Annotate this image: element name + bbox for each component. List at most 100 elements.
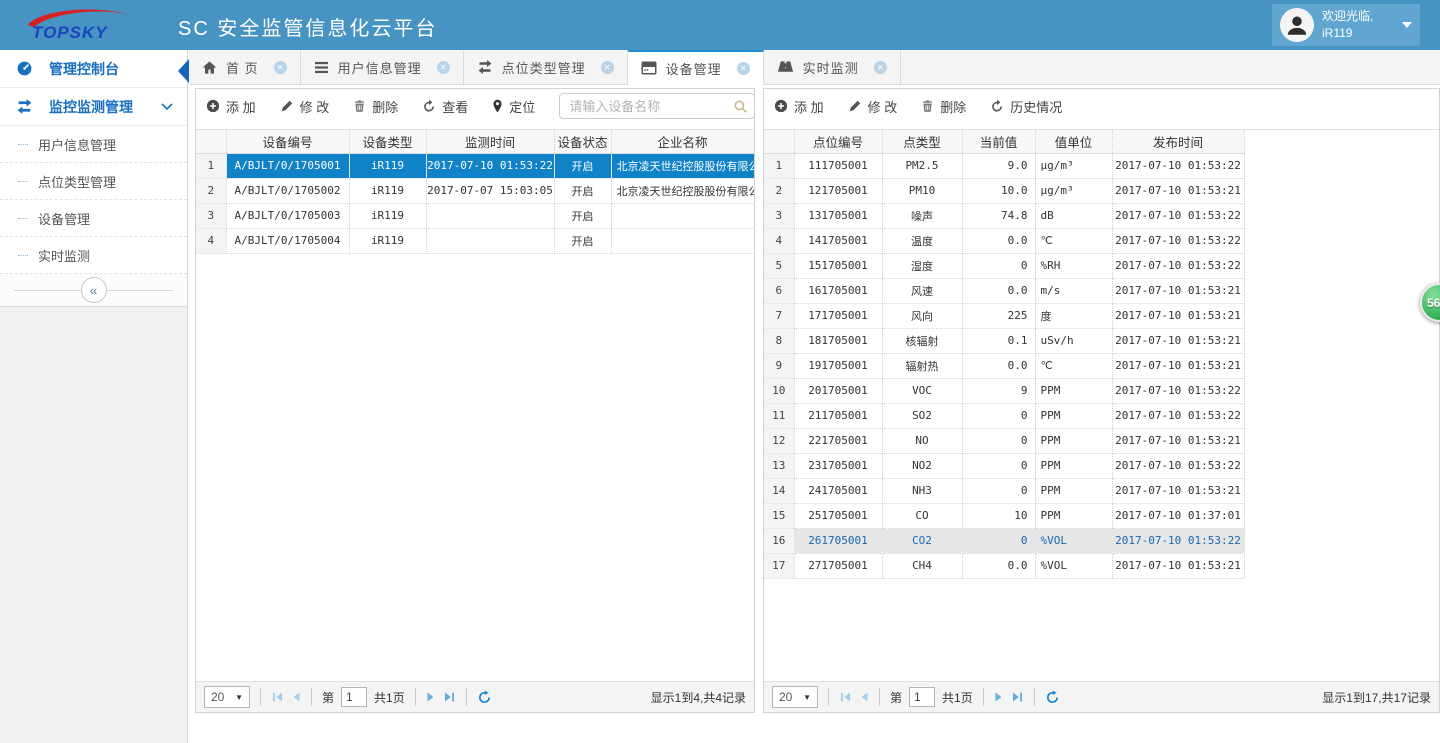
- page-size-select[interactable]: 20▼: [772, 686, 818, 708]
- first-page-icon: [839, 691, 852, 703]
- table-row[interactable]: 8 181705001 核辐射 0.1 uSv/h 2017-07-10 01:…: [764, 328, 1244, 353]
- close-icon[interactable]: ✕: [601, 61, 614, 74]
- view-button[interactable]: 查看: [422, 97, 468, 116]
- table-header-row: 设备编号 设备类型 监测时间 设备状态 企业名称: [196, 130, 754, 153]
- table-row[interactable]: 15 251705001 CO 10 PPM 2017-07-10 01:37:…: [764, 503, 1244, 528]
- plus-circle-icon: [774, 99, 788, 113]
- prev-page-button[interactable]: [291, 691, 301, 703]
- table-row[interactable]: 10 201705001 VOC 9 PPM 2017-07-10 01:53:…: [764, 378, 1244, 403]
- search-icon[interactable]: [733, 99, 748, 114]
- top-bar: TOPSKY SC 安全监管信息化云平台 欢迎光临, iR119: [0, 0, 1440, 50]
- sidebar-item-label: 监控监测管理: [49, 97, 133, 117]
- table-row[interactable]: 13 231705001 NO2 0 PPM 2017-07-10 01:53:…: [764, 453, 1244, 478]
- monitor-pager: 20▼ 第 共1页 显示1到17,共17记录: [764, 681, 1439, 712]
- table-row[interactable]: 3 131705001 噪声 74.8 dB 2017-07-10 01:53:…: [764, 203, 1244, 228]
- table-row[interactable]: 17 271705001 CH4 0.0 %VOL 2017-07-10 01:…: [764, 553, 1244, 578]
- reload-button[interactable]: [477, 690, 492, 705]
- refresh-icon: [422, 99, 436, 113]
- table-row[interactable]: 14 241705001 NH3 0 PPM 2017-07-10 01:53:…: [764, 478, 1244, 503]
- col-point-type[interactable]: 点类型: [882, 130, 962, 153]
- search-input[interactable]: [569, 99, 733, 114]
- caret-down-icon: ▼: [803, 693, 811, 702]
- col-unit[interactable]: 值单位: [1035, 130, 1112, 153]
- close-icon[interactable]: ✕: [437, 61, 450, 74]
- sidebar-item-realtime[interactable]: 实时监测: [0, 237, 187, 274]
- table-row[interactable]: 1 111705001 PM2.5 9.0 μg/m³ 2017-07-10 0…: [764, 153, 1244, 178]
- edit-button[interactable]: 修 改: [280, 97, 330, 116]
- last-page-button[interactable]: [1011, 691, 1024, 703]
- history-button[interactable]: 历史情况: [990, 97, 1062, 116]
- close-icon[interactable]: ✕: [274, 61, 287, 74]
- next-page-button[interactable]: [426, 691, 436, 703]
- table-row[interactable]: 11 211705001 SO2 0 PPM 2017-07-10 01:53:…: [764, 403, 1244, 428]
- first-page-button[interactable]: [839, 691, 852, 703]
- close-icon[interactable]: ✕: [874, 61, 887, 74]
- table-row[interactable]: 16 261705001 CO2 0 %VOL 2017-07-10 01:53…: [764, 528, 1244, 553]
- tab-home[interactable]: 首 页 ✕: [189, 50, 301, 84]
- logo-text: TOPSKY: [32, 23, 108, 43]
- add-button[interactable]: 添 加: [206, 97, 256, 116]
- sidebar-item-device-mgmt[interactable]: 设备管理: [0, 200, 187, 237]
- col-company[interactable]: 企业名称: [611, 130, 754, 153]
- table-row[interactable]: 2 A/BJLT/0/1705002 iR119 2017-07-07 15:0…: [196, 178, 754, 203]
- table-row[interactable]: 7 171705001 风向 225 度 2017-07-10 01:53:21: [764, 303, 1244, 328]
- table-row[interactable]: 2 121705001 PM10 10.0 μg/m³ 2017-07-10 0…: [764, 178, 1244, 203]
- table-row[interactable]: 12 221705001 NO 0 PPM 2017-07-10 01:53:2…: [764, 428, 1244, 453]
- tab-user-info[interactable]: 用户信息管理 ✕: [301, 50, 464, 84]
- sidebar-item-point-type[interactable]: 点位类型管理: [0, 163, 187, 200]
- reload-button[interactable]: [1045, 690, 1060, 705]
- table-row[interactable]: 1 A/BJLT/0/1705001 iR119 2017-07-10 01:5…: [196, 153, 754, 178]
- table-row[interactable]: 6 161705001 风速 0.0 m/s 2017-07-10 01:53:…: [764, 278, 1244, 303]
- tab-device-mgmt[interactable]: 设备管理 ✕: [628, 50, 764, 85]
- last-page-button[interactable]: [443, 691, 456, 703]
- tab-point-type[interactable]: 点位类型管理 ✕: [464, 50, 628, 84]
- monitor-toolbar: 添 加 修 改 删除 历史情况: [764, 89, 1439, 123]
- col-device-type[interactable]: 设备类型: [349, 130, 426, 153]
- swap-icon: [16, 98, 33, 115]
- next-page-button[interactable]: [994, 691, 1004, 703]
- edit-button[interactable]: 修 改: [848, 97, 898, 116]
- first-page-button[interactable]: [271, 691, 284, 703]
- next-page-icon: [994, 691, 1004, 703]
- delete-button[interactable]: 删除: [921, 97, 966, 116]
- col-current-value[interactable]: 当前值: [962, 130, 1035, 153]
- col-device-status[interactable]: 设备状态: [554, 130, 611, 153]
- pencil-icon: [848, 99, 862, 113]
- table-row[interactable]: 9 191705001 辐射热 0.0 ℃ 2017-07-10 01:53:2…: [764, 353, 1244, 378]
- col-point-code[interactable]: 点位编号: [794, 130, 882, 153]
- app-window: TOPSKY SC 安全监管信息化云平台 欢迎光临, iR119: [0, 0, 1440, 743]
- sidebar-collapse-button[interactable]: «: [81, 277, 107, 303]
- sidebar-item-dashboard[interactable]: 管理控制台: [0, 50, 187, 88]
- col-monitor-time[interactable]: 监测时间: [426, 130, 554, 153]
- tab-realtime[interactable]: 实时监测 ✕: [764, 50, 901, 84]
- avatar: [1280, 8, 1314, 42]
- table-row[interactable]: 5 151705001 湿度 0 %RH 2017-07-10 01:53:22: [764, 253, 1244, 278]
- window-icon: [641, 61, 657, 75]
- table-row[interactable]: 3 A/BJLT/0/1705003 iR119 开启: [196, 203, 754, 228]
- page-number-input[interactable]: [909, 687, 935, 707]
- close-icon[interactable]: ✕: [737, 62, 750, 75]
- sidebar-item-user-info[interactable]: 用户信息管理: [0, 126, 187, 163]
- record-summary: 显示1到17,共17记录: [1322, 689, 1431, 706]
- user-menu[interactable]: 欢迎光临, iR119: [1272, 4, 1420, 46]
- page-number-input[interactable]: [341, 687, 367, 707]
- page-size-select[interactable]: 20▼: [204, 686, 250, 708]
- table-row[interactable]: 4 141705001 温度 0.0 ℃ 2017-07-10 01:53:22: [764, 228, 1244, 253]
- sidebar-item-monitor-mgmt[interactable]: 监控监测管理: [0, 88, 187, 126]
- person-icon: [1284, 12, 1310, 38]
- table-row[interactable]: 4 A/BJLT/0/1705004 iR119 开启: [196, 228, 754, 253]
- page-title: SC 安全监管信息化云平台: [178, 12, 437, 41]
- col-publish-time[interactable]: 发布时间: [1112, 130, 1244, 153]
- delete-button[interactable]: 删除: [353, 97, 398, 116]
- device-search: [559, 93, 755, 119]
- trash-icon: [921, 99, 934, 113]
- add-button[interactable]: 添 加: [774, 97, 824, 116]
- col-device-code[interactable]: 设备编号: [226, 130, 349, 153]
- device-toolbar: 添 加 修 改 删除 查看 定位: [196, 89, 754, 123]
- plus-circle-icon: [206, 99, 220, 113]
- prev-page-icon: [859, 691, 869, 703]
- record-summary: 显示1到4,共4记录: [651, 689, 746, 706]
- prev-page-button[interactable]: [859, 691, 869, 703]
- locate-button[interactable]: 定位: [492, 97, 535, 116]
- pencil-icon: [280, 99, 294, 113]
